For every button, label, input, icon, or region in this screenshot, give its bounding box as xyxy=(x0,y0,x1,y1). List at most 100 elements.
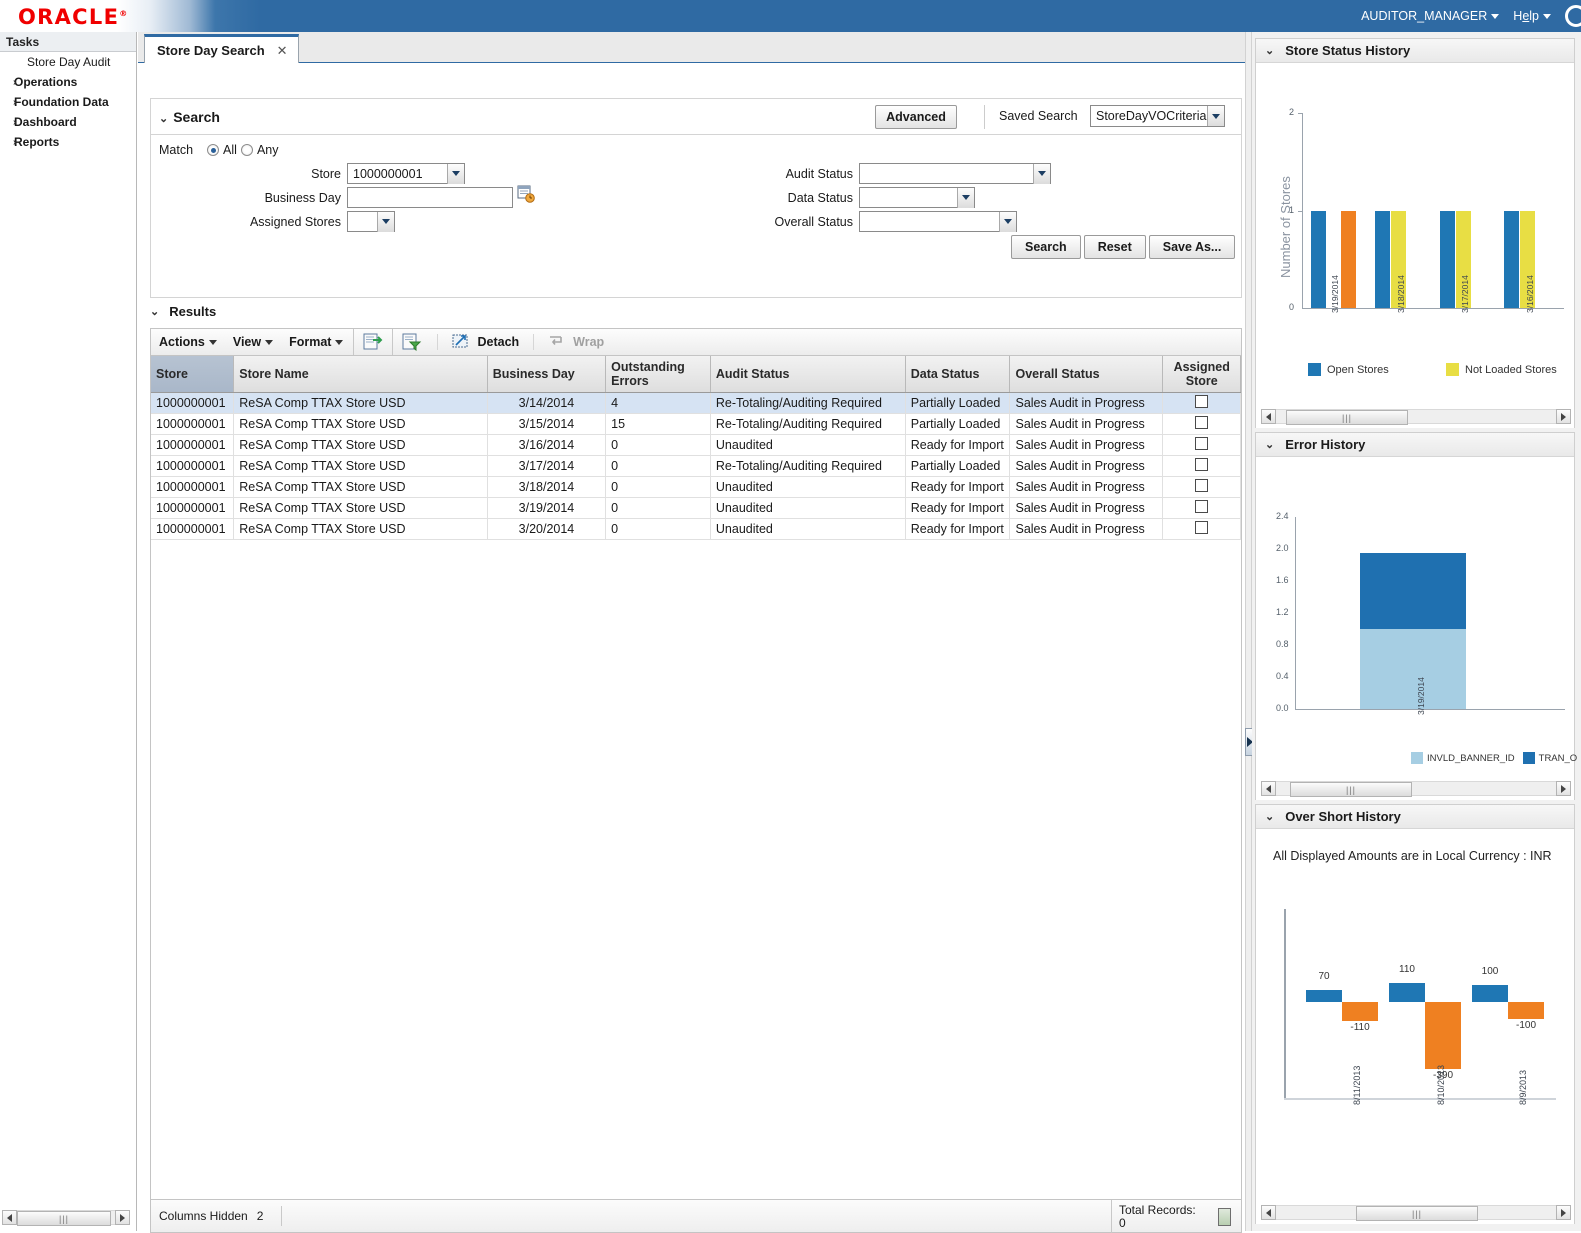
wrap-button[interactable]: Wrap xyxy=(542,333,610,351)
column-header-business-day[interactable]: Business Day xyxy=(487,356,607,393)
cell-assigned-store[interactable] xyxy=(1162,497,1241,519)
sidebar-item-store-day-audit[interactable]: Store Day Audit xyxy=(0,52,136,72)
column-header-data-status[interactable]: Data Status xyxy=(905,356,1011,393)
scroll-right-icon[interactable] xyxy=(1556,781,1571,796)
sidebar-item-foundation-data[interactable]: › Foundation Data xyxy=(0,92,136,112)
assigned-store-checkbox[interactable] xyxy=(1195,500,1209,513)
format-menu[interactable]: Format xyxy=(281,329,351,355)
actions-menu[interactable]: Actions xyxy=(151,329,225,355)
table-row[interactable]: 1000000001 ReSA Comp TTAX Store USD 3/19/2… xyxy=(151,497,1241,519)
scroll-right-icon[interactable] xyxy=(115,1210,130,1225)
column-header-audit-status[interactable]: Audit Status xyxy=(710,356,906,393)
audit-status-select[interactable] xyxy=(859,163,1051,184)
results-section-header[interactable]: ⌄ Results xyxy=(150,304,216,319)
chevron-down-icon[interactable] xyxy=(1033,163,1050,184)
view-menu[interactable]: View xyxy=(225,329,281,355)
scroll-left-icon[interactable] xyxy=(1261,409,1276,424)
scrollbar-thumb[interactable]: ||| xyxy=(1286,410,1408,425)
assigned-store-checkbox[interactable] xyxy=(1195,437,1209,450)
scroll-right-icon[interactable] xyxy=(1556,1205,1571,1220)
scrollbar-thumb[interactable]: ||| xyxy=(17,1211,111,1226)
store-status-history-header[interactable]: ⌄ Store Status History xyxy=(1256,39,1574,63)
business-day-input[interactable] xyxy=(348,189,512,206)
close-icon[interactable]: ✕ xyxy=(277,43,288,59)
column-header-assigned-store[interactable]: Assigned Store xyxy=(1162,356,1241,393)
column-header-store-name[interactable]: Store Name xyxy=(233,356,488,393)
tasks-horizontal-scrollbar[interactable]: ||| xyxy=(2,1210,130,1226)
cell-assigned-store[interactable] xyxy=(1162,392,1241,414)
vertical-splitter[interactable] xyxy=(1245,32,1252,1231)
column-header-outstanding-errors[interactable]: Outstanding Errors xyxy=(605,356,711,393)
assigned-store-checkbox[interactable] xyxy=(1195,416,1209,429)
sidebar-item-operations[interactable]: › Operations xyxy=(0,72,136,92)
overall-status-select[interactable] xyxy=(859,211,1017,232)
table-row[interactable]: 1000000001 ReSA Comp TTAX Store USD 3/18/2… xyxy=(151,476,1241,498)
chevron-down-icon[interactable] xyxy=(957,187,974,208)
collapse-chevron-icon[interactable]: ⌄ xyxy=(1265,438,1274,451)
user-menu[interactable]: AUDITOR_MANAGER xyxy=(1361,9,1500,23)
scroll-right-icon[interactable] xyxy=(1556,409,1571,424)
collapse-chevron-icon[interactable]: ⌄ xyxy=(1265,44,1274,57)
cell-assigned-store[interactable] xyxy=(1162,518,1241,540)
search-button[interactable]: Search xyxy=(1011,235,1081,259)
scroll-left-icon[interactable] xyxy=(1261,781,1276,796)
scrollbar-thumb[interactable]: ||| xyxy=(1290,782,1412,797)
export-to-excel-icon[interactable] xyxy=(363,333,383,351)
user-circle-icon[interactable] xyxy=(1565,5,1581,27)
save-as-button[interactable]: Save As... xyxy=(1148,235,1236,259)
scroll-left-icon[interactable] xyxy=(2,1210,17,1225)
store-select[interactable]: 1000000001 xyxy=(347,163,465,184)
cell-assigned-store[interactable] xyxy=(1162,413,1241,435)
help-menu[interactable]: Help xyxy=(1513,9,1551,23)
scrollbar-track[interactable]: ||| xyxy=(1276,1205,1556,1221)
assigned-store-checkbox[interactable] xyxy=(1195,521,1209,534)
sidebar-item-reports[interactable]: › Reports xyxy=(0,132,136,152)
chevron-down-icon[interactable] xyxy=(447,163,464,184)
scrollbar-track[interactable]: ||| xyxy=(1276,781,1556,797)
collapse-chevron-icon[interactable]: ⌄ xyxy=(159,113,168,125)
collapse-chevron-icon[interactable]: ⌄ xyxy=(1265,810,1274,823)
table-row[interactable]: 1000000001 ReSA Comp TTAX Store USD 3/20/2… xyxy=(151,518,1241,540)
sidebar-item-dashboard[interactable]: › Dashboard xyxy=(0,112,136,132)
cell-assigned-store[interactable] xyxy=(1162,476,1241,498)
query-by-example-icon[interactable] xyxy=(402,333,422,351)
match-all-radio[interactable] xyxy=(207,144,220,156)
table-row[interactable]: 1000000001 ReSA Comp TTAX Store USD 3/16/2… xyxy=(151,434,1241,456)
assigned-store-checkbox[interactable] xyxy=(1195,458,1209,471)
column-header-store[interactable]: Store xyxy=(151,356,235,393)
calendar-picker-icon[interactable] xyxy=(517,185,535,203)
chevron-down-icon[interactable] xyxy=(1207,106,1224,126)
chevron-down-icon[interactable] xyxy=(999,211,1016,232)
chevron-down-icon[interactable] xyxy=(377,211,394,232)
scrollbar-track[interactable]: ||| xyxy=(1276,409,1556,425)
table-row[interactable]: 1000000001 ReSA Comp TTAX Store USD 3/17/2… xyxy=(151,455,1241,477)
scrollbar-thumb[interactable]: ||| xyxy=(1356,1206,1478,1221)
cell-assigned-store[interactable] xyxy=(1162,455,1241,477)
view-menu-label: View xyxy=(232,335,262,349)
column-header-overall-status[interactable]: Overall Status xyxy=(1009,356,1164,393)
over-short-history-scrollbar[interactable]: ||| xyxy=(1261,1205,1571,1221)
table-row[interactable]: 1000000001 ReSA Comp TTAX Store USD 3/14/2… xyxy=(151,392,1241,414)
assigned-stores-select[interactable] xyxy=(347,211,395,232)
error-history-scrollbar[interactable]: ||| xyxy=(1261,781,1571,797)
over-short-history-header[interactable]: ⌄ Over Short History xyxy=(1256,805,1574,829)
match-any-radio[interactable] xyxy=(240,144,253,156)
table-row[interactable]: 1000000001 ReSA Comp TTAX Store USD 3/15/2… xyxy=(151,413,1241,435)
reset-button[interactable]: Reset xyxy=(1083,235,1146,259)
advanced-button[interactable]: Advanced xyxy=(875,105,957,129)
business-day-field[interactable] xyxy=(347,187,513,208)
assigned-store-checkbox[interactable] xyxy=(1195,479,1209,492)
store-label: Store xyxy=(311,167,341,181)
tab-store-day-search[interactable]: Store Day Search ✕ xyxy=(144,34,299,64)
cell-assigned-store[interactable] xyxy=(1162,434,1241,456)
detach-button[interactable]: Detach xyxy=(446,333,525,351)
scrollbar-track[interactable]: ||| xyxy=(17,1210,115,1226)
store-status-history-scrollbar[interactable]: ||| xyxy=(1261,409,1571,425)
scroll-left-icon[interactable] xyxy=(1261,1205,1276,1220)
assigned-store-checkbox[interactable] xyxy=(1195,395,1209,408)
collapse-chevron-icon[interactable]: ⌄ xyxy=(150,305,159,318)
search-panel-title-group[interactable]: ⌄ Search xyxy=(159,109,220,125)
error-history-header[interactable]: ⌄ Error History xyxy=(1256,433,1574,457)
data-status-select[interactable] xyxy=(859,187,975,208)
saved-search-select[interactable]: StoreDayVOCriteria xyxy=(1090,105,1225,127)
